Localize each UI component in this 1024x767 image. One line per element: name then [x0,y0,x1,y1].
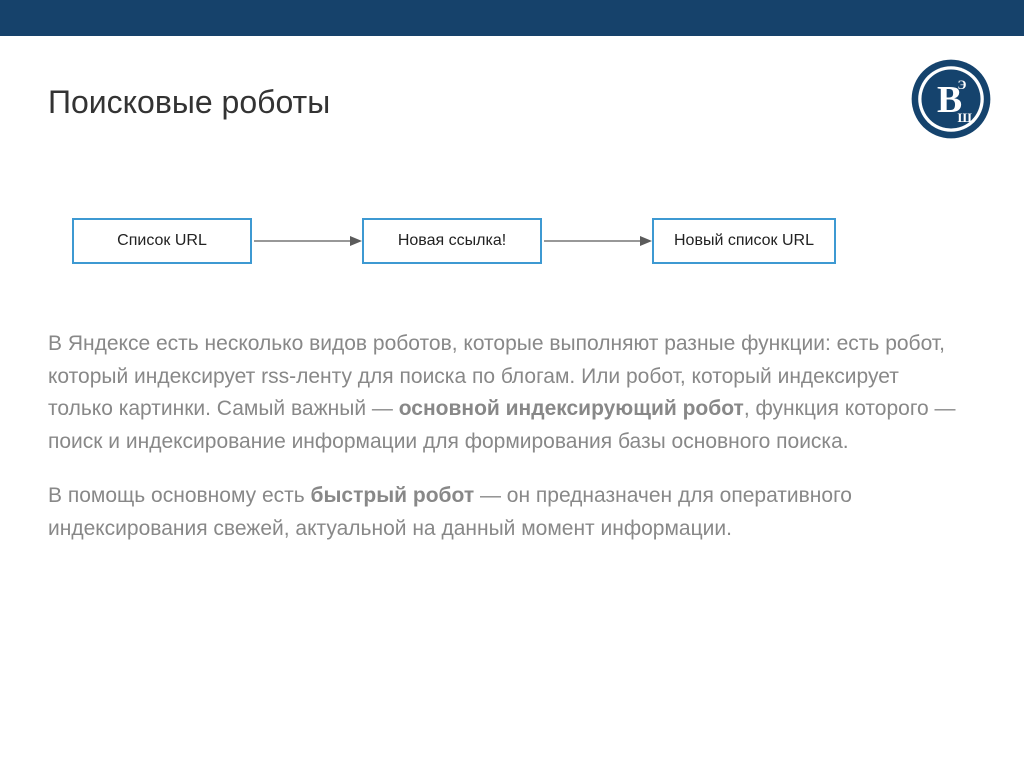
bold-text: быстрый робот [311,484,475,507]
body-text: В Яндексе есть несколько видов роботов, … [48,328,958,567]
text-span: В помощь основному есть [48,484,311,507]
arrow-icon [252,240,362,242]
diagram-box-1: Список URL [72,218,252,264]
arrow-icon [542,240,652,242]
svg-text:Ш: Ш [958,110,973,125]
svg-text:Э: Э [958,77,967,92]
diagram-box-3: Новый список URL [652,218,836,264]
bold-text: основной индексирующий робот [399,397,744,420]
hse-logo: В Э Ш [910,58,992,140]
flow-diagram: Список URL Новая ссылка! Новый список UR… [72,218,892,264]
paragraph-2: В помощь основному есть быстрый робот — … [48,480,958,545]
paragraph-1: В Яндексе есть несколько видов роботов, … [48,328,958,458]
page-title: Поисковые роботы [48,84,330,121]
diagram-box-2: Новая ссылка! [362,218,542,264]
top-bar [0,0,1024,36]
